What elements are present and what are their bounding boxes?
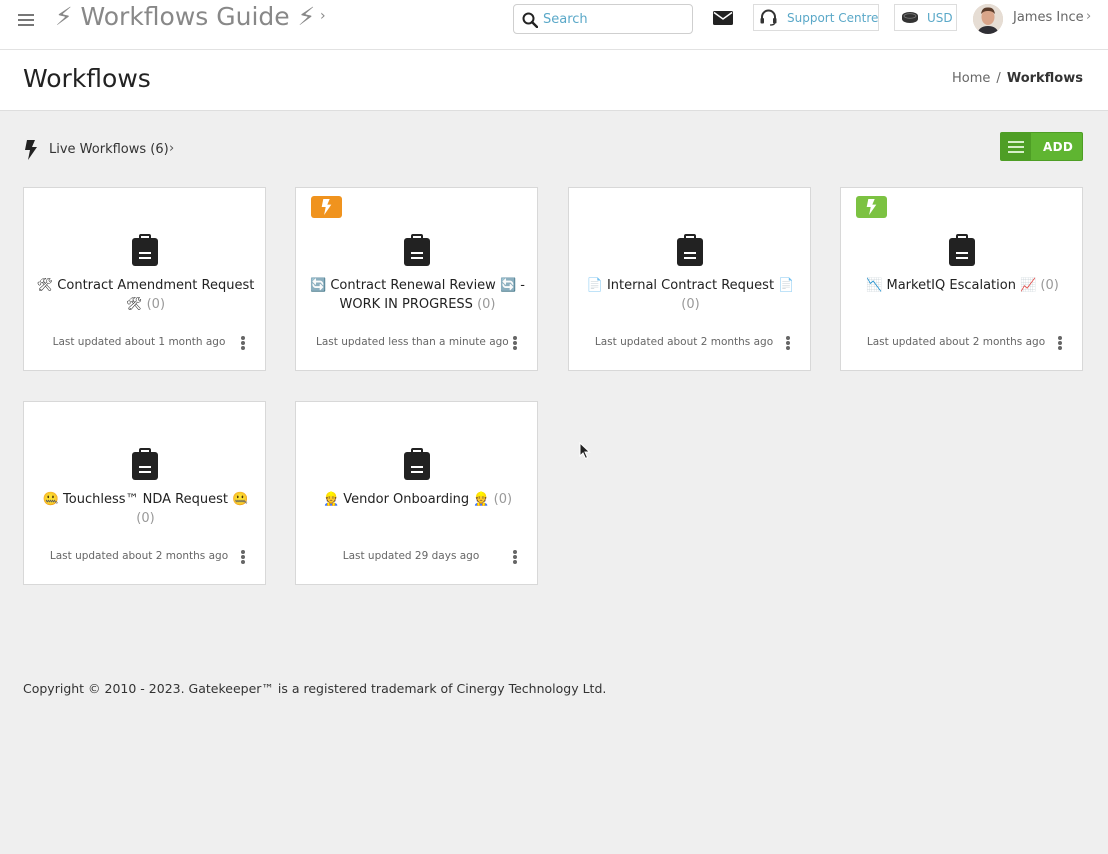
breadcrumb: Home / Workflows xyxy=(952,71,1083,86)
workflow-name: 📄 Internal Contract Request 📄 (0) xyxy=(577,276,804,314)
workflow-name: 🤐 Touchless™ NDA Request 🤐 (0) xyxy=(32,490,259,528)
workflow-card[interactable]: 🤐 Touchless™ NDA Request 🤐 (0) Last upda… xyxy=(23,401,266,585)
last-updated: Last updated about 2 months ago xyxy=(49,550,229,562)
bolt-icon xyxy=(866,199,877,215)
mouse-cursor-icon xyxy=(579,442,591,460)
more-options-icon[interactable] xyxy=(238,548,248,566)
headset-icon xyxy=(760,9,777,26)
menu-lines-icon xyxy=(1001,133,1031,160)
currency-button[interactable]: USD xyxy=(894,4,957,31)
workflow-card[interactable]: 👷 Vendor Onboarding 👷 (0) Last updated 2… xyxy=(295,401,538,585)
breadcrumb-current: Workflows xyxy=(1006,71,1083,86)
last-updated: Last updated about 2 months ago xyxy=(866,336,1046,348)
workflow-card[interactable]: 🛠 Contract Amendment Request 🛠 (0) Last … xyxy=(23,187,266,371)
last-updated: Last updated less than a minute ago xyxy=(316,336,509,348)
support-centre-button[interactable]: Support Centre xyxy=(753,4,879,31)
add-label: ADD xyxy=(1043,140,1074,154)
more-options-icon[interactable] xyxy=(783,334,793,352)
workflow-count: (0) xyxy=(146,297,166,312)
workflow-title: 📉 MarketIQ Escalation 📈 xyxy=(866,278,1037,293)
top-bar: ⚡ Workflows Guide ⚡ › Support Centre USD xyxy=(0,0,1108,50)
workflow-name: 👷 Vendor Onboarding 👷 (0) xyxy=(304,490,531,509)
footer-copyright: Copyright © 2010 - 2023. Gatekeeper™ is … xyxy=(23,681,607,696)
add-workflow-button[interactable]: ADD xyxy=(1000,132,1083,161)
bolt-icon xyxy=(321,199,332,215)
more-options-icon[interactable] xyxy=(510,334,520,352)
live-workflows-label: Live Workflows (6) xyxy=(49,142,169,157)
live-badge-orange xyxy=(311,196,342,218)
clipboard-icon xyxy=(404,448,430,480)
workflow-count: (0) xyxy=(493,492,513,507)
hamburger-menu-icon[interactable] xyxy=(18,12,36,26)
workflow-card[interactable]: 🔄 Contract Renewal Review 🔄 - WORK IN PR… xyxy=(295,187,538,371)
bolt-icon xyxy=(25,140,37,160)
last-updated: Last updated about 2 months ago xyxy=(594,336,774,348)
workflow-title: 👷 Vendor Onboarding 👷 xyxy=(322,492,490,507)
more-options-icon[interactable] xyxy=(1055,334,1065,352)
workflow-count: (0) xyxy=(681,297,700,312)
app-title[interactable]: ⚡ Workflows Guide ⚡ xyxy=(55,2,315,31)
workflow-card[interactable]: 📉 MarketIQ Escalation 📈 (0) Last updated… xyxy=(840,187,1083,371)
user-name[interactable]: James Ince xyxy=(1013,10,1084,25)
live-badge-green xyxy=(856,196,887,218)
workflow-title: 🤐 Touchless™ NDA Request 🤐 xyxy=(42,492,249,507)
page-header: Workflows Home / Workflows xyxy=(0,50,1108,111)
clipboard-icon xyxy=(404,234,430,266)
workflow-count: (0) xyxy=(477,297,496,312)
workflow-name: 🔄 Contract Renewal Review 🔄 - WORK IN PR… xyxy=(304,276,531,314)
chevron-right-icon[interactable]: › xyxy=(1086,9,1091,24)
clipboard-icon xyxy=(132,448,158,480)
chevron-right-icon[interactable]: › xyxy=(320,8,326,24)
page-title: Workflows xyxy=(23,64,151,93)
last-updated: Last updated about 1 month ago xyxy=(52,336,226,348)
chevron-right-icon: › xyxy=(169,141,175,156)
search-icon xyxy=(522,12,538,28)
envelope-icon[interactable] xyxy=(713,11,733,25)
coins-icon xyxy=(902,12,918,23)
clipboard-icon xyxy=(949,234,975,266)
search-box[interactable] xyxy=(513,4,693,34)
workflow-title: 🛠 Contract Amendment Request 🛠 xyxy=(36,278,255,312)
clipboard-icon xyxy=(677,234,703,266)
workflow-title: 📄 Internal Contract Request 📄 xyxy=(586,278,795,293)
currency-label: USD xyxy=(927,11,953,25)
workflow-count: (0) xyxy=(136,511,155,526)
support-centre-label: Support Centre xyxy=(787,11,879,25)
search-input[interactable] xyxy=(543,9,683,29)
user-avatar[interactable] xyxy=(973,4,1003,34)
breadcrumb-separator: / xyxy=(996,71,1001,86)
workflow-count: (0) xyxy=(1040,278,1059,293)
clipboard-icon xyxy=(132,234,158,266)
last-updated: Last updated 29 days ago xyxy=(342,550,480,562)
breadcrumb-home[interactable]: Home xyxy=(952,71,990,86)
workflow-name: 📉 MarketIQ Escalation 📈 (0) xyxy=(849,276,1076,295)
workflow-name: 🛠 Contract Amendment Request 🛠 (0) xyxy=(32,276,259,314)
more-options-icon[interactable] xyxy=(510,548,520,566)
workflow-card[interactable]: 📄 Internal Contract Request 📄 (0) Last u… xyxy=(568,187,811,371)
more-options-icon[interactable] xyxy=(238,334,248,352)
avatar-photo-icon xyxy=(973,4,1003,34)
